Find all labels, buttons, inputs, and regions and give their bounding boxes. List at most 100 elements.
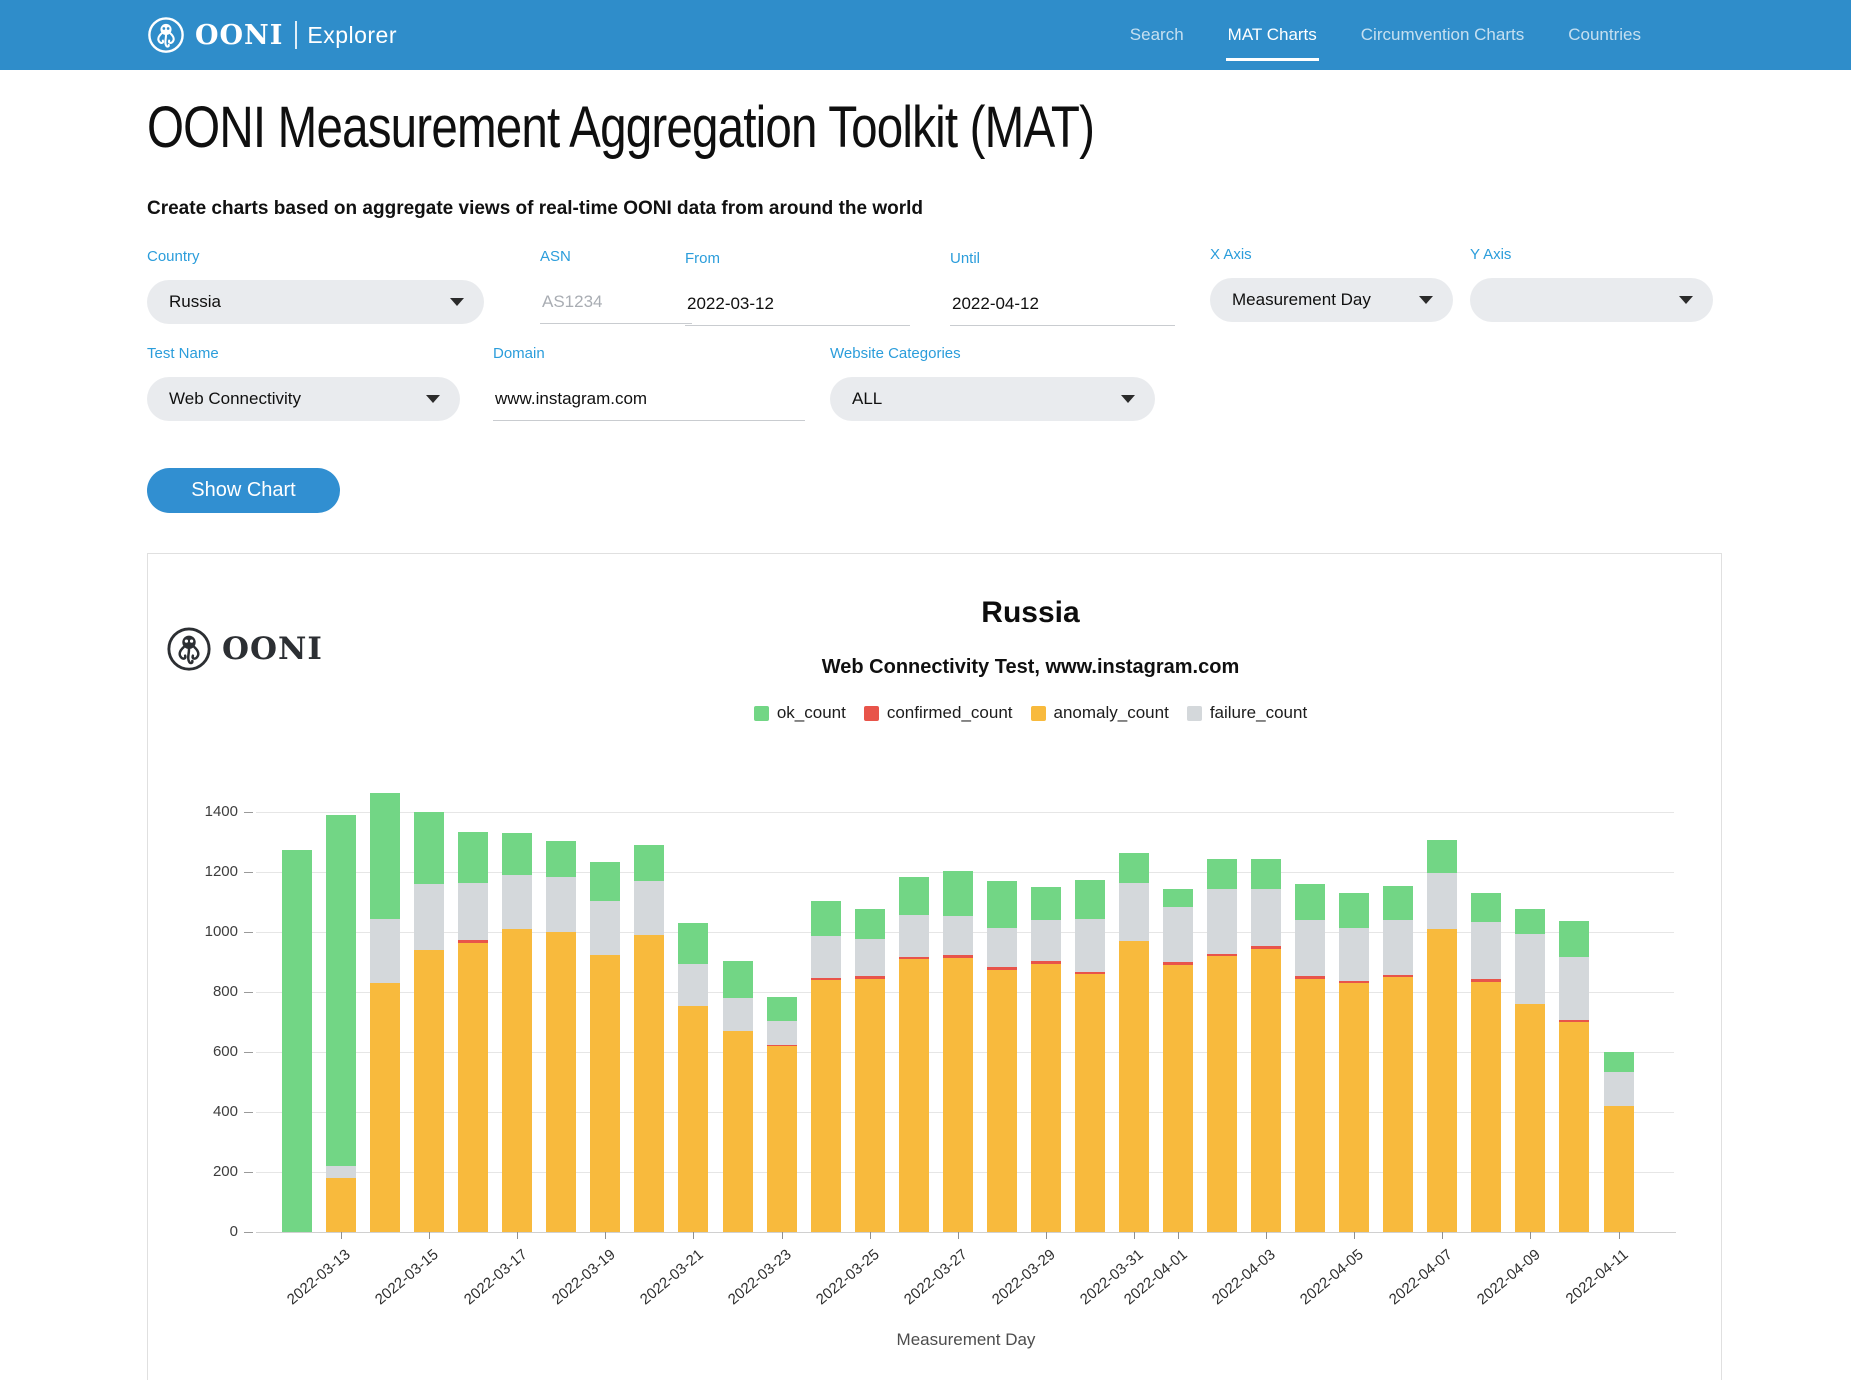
bar-segment-ok_count[interactable] xyxy=(1163,889,1193,907)
nav-item-circumvention-charts[interactable]: Circumvention Charts xyxy=(1359,19,1526,51)
bar-segment-anomaly_count[interactable] xyxy=(767,1046,797,1232)
bar-segment-confirmed_count[interactable] xyxy=(1163,962,1193,965)
bar-segment-anomaly_count[interactable] xyxy=(1427,929,1457,1232)
bar-segment-anomaly_count[interactable] xyxy=(1604,1106,1634,1232)
nav-item-search[interactable]: Search xyxy=(1128,19,1186,51)
bar-segment-anomaly_count[interactable] xyxy=(855,979,885,1233)
bar-segment-failure_count[interactable] xyxy=(414,884,444,950)
bar-segment-ok_count[interactable] xyxy=(414,812,444,884)
bar-segment-ok_count[interactable] xyxy=(1207,859,1237,889)
domain-input[interactable] xyxy=(493,377,805,421)
bar-segment-anomaly_count[interactable] xyxy=(1207,956,1237,1232)
bar-segment-ok_count[interactable] xyxy=(899,877,929,915)
bar-segment-failure_count[interactable] xyxy=(326,1166,356,1178)
bar-segment-anomaly_count[interactable] xyxy=(1383,977,1413,1232)
until-date-input[interactable] xyxy=(950,282,1175,326)
bar-segment-confirmed_count[interactable] xyxy=(899,957,929,959)
bar-segment-confirmed_count[interactable] xyxy=(1031,961,1061,963)
bar-segment-ok_count[interactable] xyxy=(458,832,488,883)
bar-segment-failure_count[interactable] xyxy=(1031,920,1061,961)
bar-segment-ok_count[interactable] xyxy=(370,793,400,919)
bar-segment-anomaly_count[interactable] xyxy=(1515,1004,1545,1232)
bar-segment-failure_count[interactable] xyxy=(546,877,576,933)
bar-segment-ok_count[interactable] xyxy=(590,862,620,901)
bar-segment-ok_count[interactable] xyxy=(1559,921,1589,957)
bar-segment-ok_count[interactable] xyxy=(943,871,973,916)
bar-segment-anomaly_count[interactable] xyxy=(1251,949,1281,1233)
show-chart-button[interactable]: Show Chart xyxy=(147,468,340,513)
bar-segment-confirmed_count[interactable] xyxy=(1295,976,1325,978)
bar-segment-failure_count[interactable] xyxy=(1559,957,1589,1020)
bar-segment-failure_count[interactable] xyxy=(1207,889,1237,954)
bar-segment-anomaly_count[interactable] xyxy=(899,959,929,1232)
bar-segment-confirmed_count[interactable] xyxy=(1251,946,1281,949)
bar-segment-anomaly_count[interactable] xyxy=(678,1006,708,1233)
bar-segment-anomaly_count[interactable] xyxy=(370,983,400,1232)
bar-segment-ok_count[interactable] xyxy=(1515,909,1545,934)
bar-segment-ok_count[interactable] xyxy=(1427,840,1457,872)
bar-segment-failure_count[interactable] xyxy=(855,939,885,977)
bar-segment-failure_count[interactable] xyxy=(723,998,753,1031)
bar-segment-anomaly_count[interactable] xyxy=(634,935,664,1232)
bar-segment-failure_count[interactable] xyxy=(1515,934,1545,1005)
bar-segment-anomaly_count[interactable] xyxy=(811,980,841,1232)
bar-segment-failure_count[interactable] xyxy=(1427,873,1457,929)
bar-segment-anomaly_count[interactable] xyxy=(1471,982,1501,1233)
bar-segment-failure_count[interactable] xyxy=(1163,907,1193,963)
bar-segment-ok_count[interactable] xyxy=(1031,887,1061,920)
bar-segment-failure_count[interactable] xyxy=(1119,883,1149,942)
bar-segment-anomaly_count[interactable] xyxy=(1339,983,1369,1232)
bar-segment-anomaly_count[interactable] xyxy=(943,958,973,1233)
bar-segment-confirmed_count[interactable] xyxy=(1339,981,1369,983)
bar-segment-confirmed_count[interactable] xyxy=(767,1045,797,1047)
bar-segment-failure_count[interactable] xyxy=(590,901,620,955)
bar-segment-anomaly_count[interactable] xyxy=(590,955,620,1233)
bar-segment-confirmed_count[interactable] xyxy=(811,978,841,980)
nav-item-countries[interactable]: Countries xyxy=(1566,19,1643,51)
x-axis-select[interactable]: Measurement Day xyxy=(1210,278,1453,322)
bar-segment-ok_count[interactable] xyxy=(634,845,664,881)
bar-segment-ok_count[interactable] xyxy=(1075,880,1105,919)
website-categories-select[interactable]: ALL xyxy=(830,377,1155,421)
bar-segment-failure_count[interactable] xyxy=(458,883,488,940)
bar-segment-ok_count[interactable] xyxy=(987,881,1017,928)
bar-segment-anomaly_count[interactable] xyxy=(1163,965,1193,1232)
bar-segment-confirmed_count[interactable] xyxy=(458,940,488,943)
bar-segment-ok_count[interactable] xyxy=(1119,853,1149,883)
bar-segment-failure_count[interactable] xyxy=(767,1021,797,1045)
bar-segment-anomaly_count[interactable] xyxy=(1559,1022,1589,1232)
bar-segment-failure_count[interactable] xyxy=(1075,919,1105,972)
bar-segment-ok_count[interactable] xyxy=(1383,886,1413,920)
bar-segment-failure_count[interactable] xyxy=(502,875,532,929)
bar-segment-anomaly_count[interactable] xyxy=(1031,964,1061,1233)
bar-segment-anomaly_count[interactable] xyxy=(546,932,576,1232)
bar-segment-failure_count[interactable] xyxy=(1339,928,1369,981)
bar-segment-anomaly_count[interactable] xyxy=(723,1031,753,1232)
bar-segment-confirmed_count[interactable] xyxy=(1471,979,1501,981)
ooni-explorer-logo[interactable]: OONI Explorer xyxy=(147,0,397,70)
nav-item-mat-charts[interactable]: MAT Charts xyxy=(1226,19,1319,51)
bar-segment-anomaly_count[interactable] xyxy=(502,929,532,1232)
bar-segment-failure_count[interactable] xyxy=(899,915,929,957)
bar-segment-failure_count[interactable] xyxy=(943,916,973,955)
bar-segment-failure_count[interactable] xyxy=(1295,920,1325,976)
country-select[interactable]: Russia xyxy=(147,280,484,324)
bar-segment-confirmed_count[interactable] xyxy=(1207,954,1237,956)
from-date-input[interactable] xyxy=(685,282,910,326)
bar-segment-anomaly_count[interactable] xyxy=(1119,941,1149,1232)
bar-segment-ok_count[interactable] xyxy=(546,841,576,877)
bar-segment-failure_count[interactable] xyxy=(1604,1072,1634,1107)
bar-segment-failure_count[interactable] xyxy=(370,919,400,984)
bar-segment-anomaly_count[interactable] xyxy=(1295,979,1325,1233)
bar-segment-anomaly_count[interactable] xyxy=(458,943,488,1233)
bar-segment-failure_count[interactable] xyxy=(811,936,841,978)
bar-segment-ok_count[interactable] xyxy=(282,850,312,1233)
bar-segment-confirmed_count[interactable] xyxy=(1383,975,1413,977)
bar-segment-ok_count[interactable] xyxy=(723,961,753,999)
bar-segment-ok_count[interactable] xyxy=(1339,893,1369,928)
test-name-select[interactable]: Web Connectivity xyxy=(147,377,460,421)
bar-segment-failure_count[interactable] xyxy=(678,964,708,1006)
bar-segment-confirmed_count[interactable] xyxy=(855,976,885,978)
bar-segment-confirmed_count[interactable] xyxy=(987,967,1017,970)
bar-segment-ok_count[interactable] xyxy=(678,923,708,964)
